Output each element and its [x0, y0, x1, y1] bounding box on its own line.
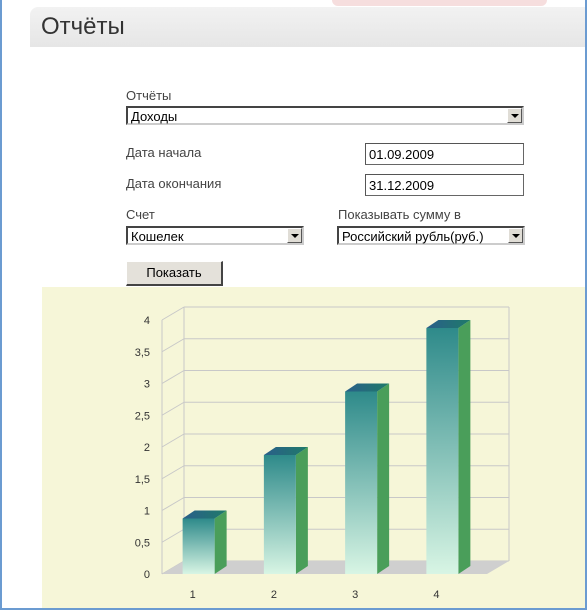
y-tick-label: 1: [144, 506, 150, 518]
bar: [426, 328, 459, 574]
y-tick-label: 1,5: [135, 474, 150, 486]
account-value: Кошелек: [131, 229, 184, 244]
account-select[interactable]: Кошелек: [126, 226, 304, 245]
x-tick-label: 1: [190, 589, 196, 601]
y-tick-label: 0,5: [135, 537, 150, 549]
gridline-side: [161, 433, 185, 448]
account-label: Счет: [126, 207, 155, 222]
currency-label: Показывать сумму в: [338, 207, 461, 222]
bar-side: [214, 510, 227, 574]
gridline-side: [161, 370, 185, 384]
x-tick-label: 4: [433, 589, 439, 601]
gridline-side: [161, 497, 185, 511]
bar-side: [458, 320, 471, 574]
reports-page: Отчёты Отчёты Доходы Дата начала 01.09.2…: [0, 0, 587, 610]
chevron-down-icon[interactable]: [507, 108, 522, 123]
chevron-down-icon[interactable]: [287, 228, 302, 243]
y-tick-label: 4: [144, 315, 150, 327]
start-date-label: Дата начала: [126, 145, 202, 160]
bar: [263, 455, 296, 574]
end-date-label: Дата окончания: [126, 176, 222, 191]
y-tick-label: 2: [144, 442, 150, 454]
currency-select[interactable]: Российский рубль(руб.): [337, 226, 525, 245]
x-tick-label: 2: [271, 589, 277, 601]
gridline-side: [161, 528, 185, 543]
gridline-side: [161, 338, 185, 353]
y-tick-label: 3,5: [135, 347, 150, 359]
gridline-side: [161, 306, 185, 321]
y-tick-label: 2,5: [135, 410, 150, 422]
gridline-side: [161, 401, 185, 416]
report-type-value: Доходы: [131, 109, 178, 124]
gridline-side: [161, 465, 185, 480]
start-date-field[interactable]: 01.09.2009: [365, 143, 524, 165]
bar: [345, 391, 378, 574]
page-title: Отчёты: [41, 13, 125, 40]
chart-area: 0 0,5 1 1,5 2 2,5 3 3,5 4 1 2 3 4: [42, 287, 585, 608]
bar-chart: 0 0,5 1 1,5 2 2,5 3 3,5 4 1 2 3 4: [135, 306, 510, 601]
page-header: Отчёты: [30, 7, 585, 47]
y-tick-label: 0: [144, 569, 150, 581]
show-button[interactable]: Показать: [126, 261, 223, 286]
bar: [182, 518, 215, 574]
chevron-down-icon[interactable]: [508, 228, 523, 243]
report-type-select[interactable]: Доходы: [126, 106, 524, 125]
report-type-label: Отчёты: [126, 88, 172, 103]
currency-value: Российский рубль(руб.): [342, 229, 484, 244]
bar-side: [295, 447, 308, 574]
bar-side: [377, 383, 390, 574]
x-tick-label: 3: [352, 589, 358, 601]
top-accent: [332, 0, 547, 6]
end-date-field[interactable]: 31.12.2009: [365, 174, 524, 196]
y-tick-label: 3: [144, 379, 150, 391]
